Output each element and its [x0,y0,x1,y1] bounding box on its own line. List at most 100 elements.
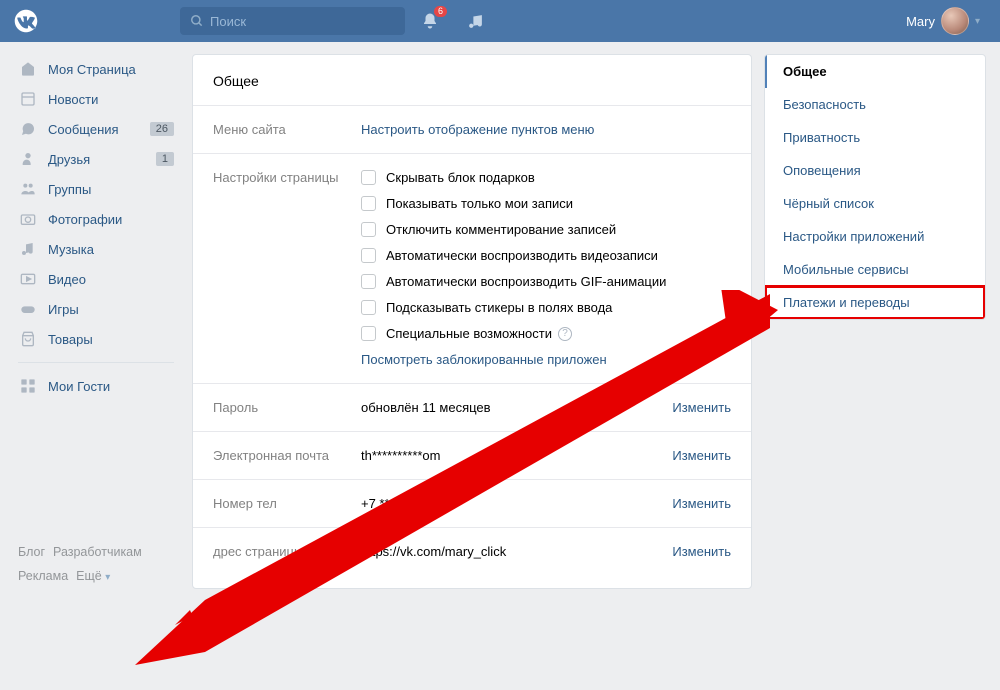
change-address-link[interactable]: Изменить [672,544,731,559]
checkbox-row: Автоматически воспроизводить GIF-анимаци… [361,274,731,289]
notif-badge: 6 [434,6,447,17]
music-button[interactable] [467,13,484,30]
row-address: дрес страницы https://vk.com/mary_click … [193,528,751,575]
tab-3[interactable]: Оповещения [765,154,985,187]
checkbox[interactable] [361,326,376,341]
market-icon [18,329,38,349]
sidebar-item-friends[interactable]: Друзья1 [12,144,180,174]
tab-5[interactable]: Настройки приложений [765,220,985,253]
sidebar-item-photos[interactable]: Фотографии [12,204,180,234]
tab-7[interactable]: Платежи и переводы [765,286,985,319]
nav-label: Фотографии [48,212,174,227]
checkbox-row: Показывать только мои записи [361,196,731,211]
nav-label: Мои Гости [48,379,174,394]
checkbox[interactable] [361,248,376,263]
change-password-link[interactable]: Изменить [672,400,731,415]
avatar [941,7,969,35]
footer-more[interactable]: Ещё ▾ [76,569,110,583]
sidebar-item-home[interactable]: Моя Страница [12,54,180,84]
top-header: 6 Mary ▾ [0,0,1000,42]
configure-menu-link[interactable]: Настроить отображение пунктов меню [361,122,594,137]
user-menu[interactable]: Mary ▾ [906,7,988,35]
password-value: обновлён 11 месяцев [361,400,672,415]
checkbox-label: Скрывать блок подарков [386,170,535,185]
nav-label: Друзья [48,152,156,167]
nav-divider [18,362,174,363]
checkbox-row: Скрывать блок подарков [361,170,731,185]
checkbox-row: Отключить комментирование записей [361,222,731,237]
nav-label: Группы [48,182,174,197]
sidebar-item-market[interactable]: Товары [12,324,180,354]
change-email-link[interactable]: Изменить [672,448,731,463]
music-icon [18,239,38,259]
video-icon [18,269,38,289]
friends-icon [18,149,38,169]
search-box[interactable] [180,7,405,35]
checkbox-label: Отключить комментирование записей [386,222,616,237]
vk-logo[interactable] [12,7,40,35]
nav-label: Новости [48,92,174,107]
row-label: Электронная почта [213,448,361,463]
checkbox-row: Автоматически воспроизводить видеозаписи [361,248,731,263]
search-input[interactable] [210,14,395,29]
row-password: Пароль обновлён 11 месяцев Изменить [193,384,751,431]
checkbox[interactable] [361,274,376,289]
row-label: Меню сайта [213,122,361,137]
sidebar-item-music[interactable]: Музыка [12,234,180,264]
sidebar-item-feed[interactable]: Новости [12,84,180,114]
blocked-apps-link[interactable]: Посмотреть заблокированные приложен [361,352,731,367]
nav-label: Игры [48,302,174,317]
footer-devs[interactable]: Разработчикам [53,545,142,559]
feed-icon [18,89,38,109]
email-value: th**********om [361,448,672,463]
change-phone-link[interactable]: Изменить [672,496,731,511]
checkbox-label: Подсказывать стикеры в полях ввода [386,300,612,315]
footer-links: Блог Разработчикам Реклама Ещё ▾ [12,541,180,589]
checkbox-label: Автоматически воспроизводить GIF-анимаци… [386,274,666,289]
row-phone: Номер тел +7 *** *** ** 15 Изменить [193,480,751,527]
chevron-down-icon: ▾ [975,16,980,27]
checkbox[interactable] [361,196,376,211]
checkbox[interactable] [361,170,376,185]
tab-1[interactable]: Безопасность [765,88,985,121]
help-icon[interactable]: ? [558,327,572,341]
address-value: https://vk.com/mary_click [361,544,672,559]
messages-icon [18,119,38,139]
checkbox-row: Специальные возможности? [361,326,731,341]
games-icon [18,299,38,319]
nav-label: Моя Страница [48,62,174,77]
checkbox-label: Специальные возможности [386,326,552,341]
row-page-settings: Настройки страницы Скрывать блок подарко… [193,154,751,383]
row-email: Электронная почта th**********om Изменит… [193,432,751,479]
row-label: Настройки страницы [213,170,361,185]
tab-0[interactable]: Общее [765,55,985,88]
sidebar-item-groups[interactable]: Группы [12,174,180,204]
sidebar-item-messages[interactable]: Сообщения26 [12,114,180,144]
tab-6[interactable]: Мобильные сервисы [765,253,985,286]
row-label: Номер тел [213,496,361,511]
nav-label: Видео [48,272,174,287]
checkbox-label: Показывать только мои записи [386,196,573,211]
nav-badge: 1 [156,152,174,166]
sidebar-item-games[interactable]: Игры [12,294,180,324]
sidebar-item-video[interactable]: Видео [12,264,180,294]
apps-icon [18,376,38,396]
footer-ads[interactable]: Реклама [18,569,68,583]
sidebar-item-guests[interactable]: Мои Гости [12,371,180,401]
groups-icon [18,179,38,199]
home-icon [18,59,38,79]
checkbox-label: Автоматически воспроизводить видеозаписи [386,248,658,263]
settings-panel: Общее Меню сайта Настроить отображение п… [192,54,752,589]
phone-value: +7 *** *** ** 15 [361,496,672,511]
tab-2[interactable]: Приватность [765,121,985,154]
tab-4[interactable]: Чёрный список [765,187,985,220]
footer-blog[interactable]: Блог [18,545,45,559]
nav-label: Товары [48,332,174,347]
search-icon [190,14,204,28]
user-name: Mary [906,14,935,29]
nav-badge: 26 [150,122,174,136]
checkbox[interactable] [361,300,376,315]
notifications-button[interactable]: 6 [421,12,439,30]
nav-label: Сообщения [48,122,150,137]
checkbox[interactable] [361,222,376,237]
